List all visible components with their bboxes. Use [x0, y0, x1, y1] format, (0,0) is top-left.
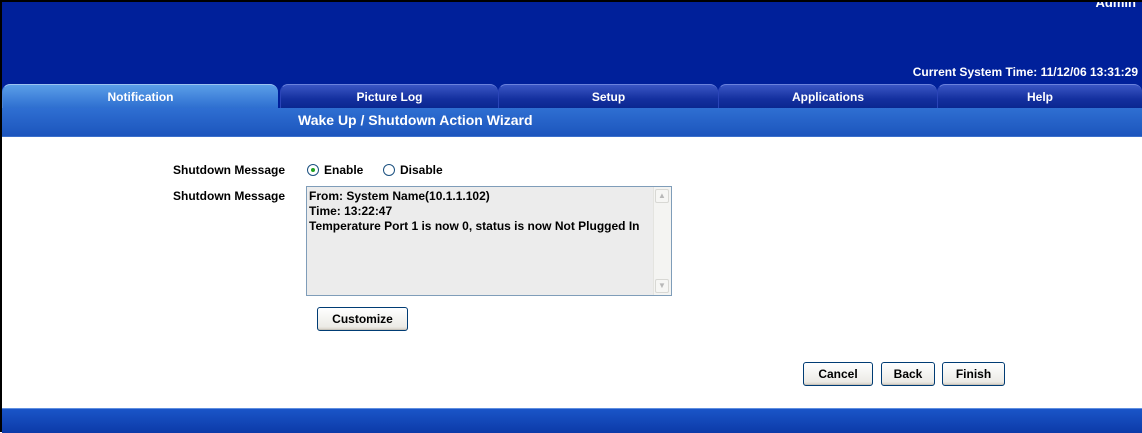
message-scrollbar[interactable]: ▲ ▼: [653, 187, 671, 295]
shutdown-message-text-label: Shutdown Message: [173, 189, 286, 203]
finish-button[interactable]: Finish: [942, 362, 1005, 386]
tab-setup[interactable]: Setup: [498, 84, 718, 108]
footer-bar: [2, 408, 1142, 433]
cancel-button[interactable]: Cancel: [803, 362, 873, 386]
user-label: Admin: [1095, 2, 1136, 10]
system-time: Current System Time: 11/12/06 13:31:29: [912, 65, 1138, 79]
shutdown-message-text: From: System Name(10.1.1.102) Time: 13:2…: [309, 189, 640, 233]
radio-enable[interactable]: [307, 164, 319, 176]
main-tab-bar: Notification Picture Log Setup Applicati…: [2, 84, 1142, 108]
radio-disable-label: Disable: [400, 163, 443, 177]
customize-button[interactable]: Customize: [317, 307, 408, 331]
page-title-bar: Wake Up / Shutdown Action Wizard: [2, 108, 1142, 137]
tab-help[interactable]: Help: [937, 84, 1142, 108]
radio-enable-label: Enable: [324, 163, 364, 177]
radio-disable-option[interactable]: Disable: [383, 161, 443, 179]
page-title: Wake Up / Shutdown Action Wizard: [298, 112, 533, 128]
shutdown-message-textarea[interactable]: From: System Name(10.1.1.102) Time: 13:2…: [306, 186, 672, 296]
shutdown-message-toggle-label: Shutdown Message: [173, 163, 286, 177]
scroll-down-arrow-icon[interactable]: ▼: [655, 279, 669, 293]
radio-disable[interactable]: [383, 164, 395, 176]
back-button[interactable]: Back: [881, 362, 935, 386]
header-banner: Admin Current System Time: 11/12/06 13:3…: [2, 2, 1142, 84]
scroll-up-arrow-icon[interactable]: ▲: [655, 189, 669, 203]
tab-picture-log[interactable]: Picture Log: [280, 84, 498, 108]
radio-enable-option[interactable]: Enable: [307, 161, 363, 179]
tab-applications[interactable]: Applications: [718, 84, 937, 108]
tab-notification[interactable]: Notification: [2, 84, 278, 108]
